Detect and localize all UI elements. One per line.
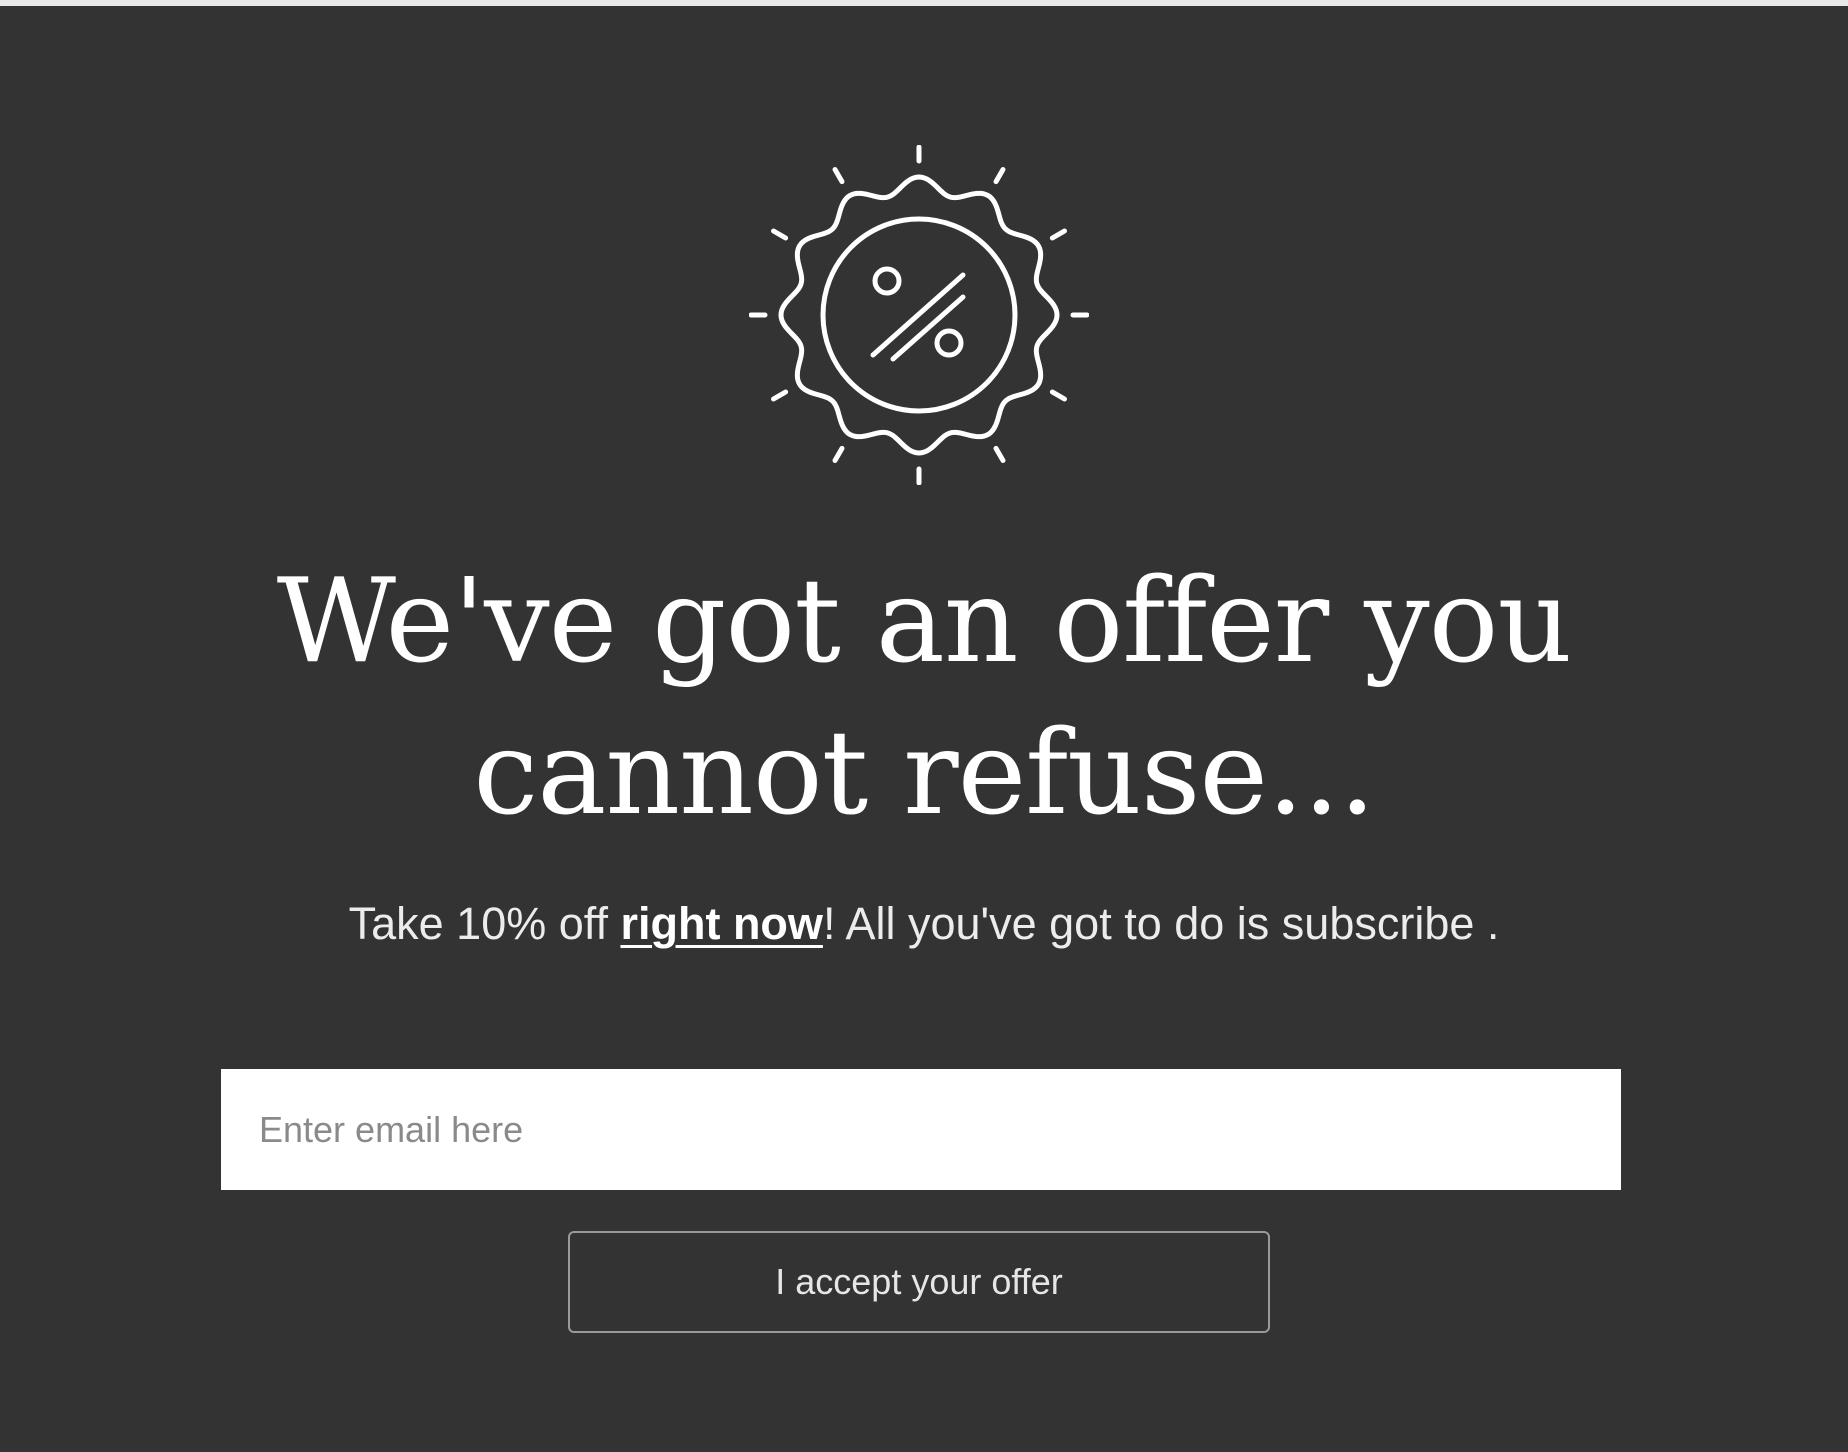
page-title: We've got an offer you cannot refuse... <box>0 546 1848 850</box>
accept-offer-button[interactable]: I accept your offer <box>568 1231 1270 1333</box>
email-field[interactable] <box>221 1069 1621 1190</box>
offer-popup: We've got an offer you cannot refuse... … <box>0 6 1848 1452</box>
headline-line-1: We've got an offer you <box>276 554 1572 689</box>
discount-percent-badge-icon <box>748 144 1090 486</box>
offer-description-suffix: ! All you've got to do is subscribe . <box>822 898 1500 949</box>
headline-line-2: cannot refuse... <box>473 706 1375 841</box>
right-now-link[interactable]: right now <box>620 898 822 949</box>
offer-description: Take 10% off right now! All you've got t… <box>0 896 1848 952</box>
offer-description-prefix: Take 10% off <box>348 898 621 949</box>
